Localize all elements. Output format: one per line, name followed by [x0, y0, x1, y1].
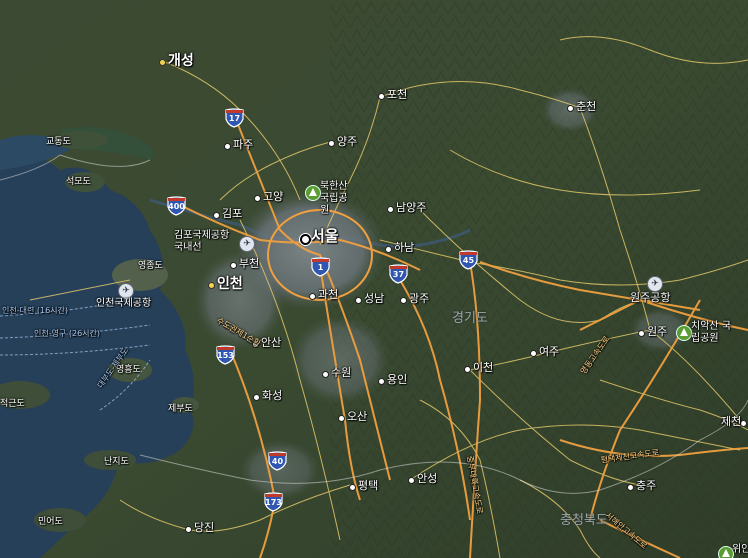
city-label[interactable]: 개성: [168, 54, 194, 68]
city-label[interactable]: 이천: [473, 362, 493, 374]
route-shield[interactable]: 1: [311, 257, 330, 277]
city-label[interactable]: 용인: [387, 374, 407, 386]
city-dot[interactable]: [230, 262, 237, 269]
capital-dot[interactable]: [300, 234, 311, 245]
city-dot[interactable]: [638, 330, 645, 337]
airport-icon[interactable]: ✈: [118, 283, 134, 299]
city-label[interactable]: 남양주: [396, 202, 426, 214]
capital-label[interactable]: 서울: [311, 229, 339, 244]
city-label[interactable]: 성남: [364, 293, 384, 305]
airport-icon[interactable]: ✈: [647, 276, 663, 292]
province-label: 경기도: [452, 311, 488, 326]
route-shield[interactable]: 400: [167, 196, 186, 216]
city-label[interactable]: 평택: [358, 480, 378, 492]
city-dot[interactable]: [378, 378, 385, 385]
city-dot[interactable]: [224, 143, 231, 150]
city-dot[interactable]: [464, 366, 471, 373]
city-label[interactable]: 원주: [647, 326, 667, 338]
city-label[interactable]: 여주: [539, 346, 559, 358]
ferry-label: 인천-영구 (26시간): [34, 329, 101, 338]
airport-label[interactable]: 원주공항: [630, 292, 670, 304]
island-label[interactable]: 영종도: [138, 260, 163, 272]
city-label[interactable]: 포천: [387, 89, 407, 101]
route-shield[interactable]: 173: [264, 492, 283, 512]
city-label[interactable]: 양주: [337, 136, 357, 148]
route-shield[interactable]: 40: [268, 451, 287, 471]
airport-label[interactable]: 김포국제공항 국내선: [174, 230, 238, 254]
city-dot[interactable]: [185, 526, 192, 533]
city-label[interactable]: 과천: [318, 289, 338, 301]
city-label[interactable]: 인천: [217, 277, 243, 291]
national-park-icon[interactable]: [305, 185, 321, 201]
route-shield[interactable]: 37: [389, 264, 408, 284]
city-dot[interactable]: [322, 371, 329, 378]
city-label[interactable]: 안산: [261, 337, 281, 349]
city-label[interactable]: 김포: [222, 208, 242, 220]
city-label[interactable]: 당진: [194, 522, 214, 534]
city-label[interactable]: 충주: [636, 480, 656, 492]
city-dot[interactable]: [567, 105, 574, 112]
park-label[interactable]: 위안시: [732, 544, 748, 556]
island-label[interactable]: 적근도: [0, 398, 25, 410]
island-label[interactable]: 민어도: [38, 516, 63, 528]
national-park-icon[interactable]: [676, 325, 692, 341]
city-dot[interactable]: [400, 297, 407, 304]
park-label[interactable]: 치악산 국립공원: [691, 321, 731, 345]
city-label[interactable]: 수원: [331, 367, 351, 379]
city-dot[interactable]: [387, 206, 394, 213]
city-label[interactable]: 고양: [263, 191, 283, 203]
city-dot[interactable]: [309, 293, 316, 300]
city-label[interactable]: 오산: [347, 411, 367, 423]
airport-icon[interactable]: ✈: [239, 236, 255, 252]
city-dot[interactable]: [338, 415, 345, 422]
city-dot[interactable]: [530, 350, 537, 357]
city-dot[interactable]: [213, 212, 220, 219]
city-dot[interactable]: [208, 282, 215, 289]
city-dot[interactable]: [328, 140, 335, 147]
route-shield[interactable]: 153: [216, 345, 235, 365]
city-dot[interactable]: [253, 394, 260, 401]
city-label[interactable]: 부천: [239, 258, 259, 270]
city-label[interactable]: 춘천: [576, 101, 596, 113]
city-dot[interactable]: [385, 246, 392, 253]
city-label[interactable]: 화성: [262, 390, 282, 402]
city-label[interactable]: 제천: [721, 416, 741, 428]
city-dot[interactable]: [355, 297, 362, 304]
city-label[interactable]: 광주: [409, 293, 429, 305]
province-label: 충청북도: [560, 513, 608, 528]
island-label[interactable]: 교동도: [46, 136, 71, 148]
island-label[interactable]: 제부도: [168, 403, 193, 415]
city-dot[interactable]: [627, 484, 634, 491]
airport-label[interactable]: 인천국제공항: [96, 298, 151, 310]
city-dot[interactable]: [159, 59, 166, 66]
island-label[interactable]: 난지도: [104, 456, 129, 468]
city-dot[interactable]: [408, 477, 415, 484]
city-label[interactable]: 파주: [233, 139, 253, 151]
city-dot[interactable]: [254, 195, 261, 202]
island-label[interactable]: 석모도: [66, 176, 91, 188]
satellite-map[interactable]: 개성 포천 춘천 파주 양주 고양 김포 남양주 하남 부천 인천 과천 성남 …: [0, 0, 748, 558]
city-dot[interactable]: [349, 484, 356, 491]
ferry-label: 인천-대련 (16시간): [2, 306, 69, 315]
city-label[interactable]: 하남: [394, 242, 414, 254]
terrain-layer: [0, 0, 748, 558]
city-dot[interactable]: [378, 93, 385, 100]
park-label[interactable]: 북한산 국립공원: [320, 181, 356, 217]
city-label[interactable]: 안성: [417, 473, 437, 485]
route-shield[interactable]: 45: [459, 250, 478, 270]
route-shield[interactable]: 17: [225, 108, 244, 128]
